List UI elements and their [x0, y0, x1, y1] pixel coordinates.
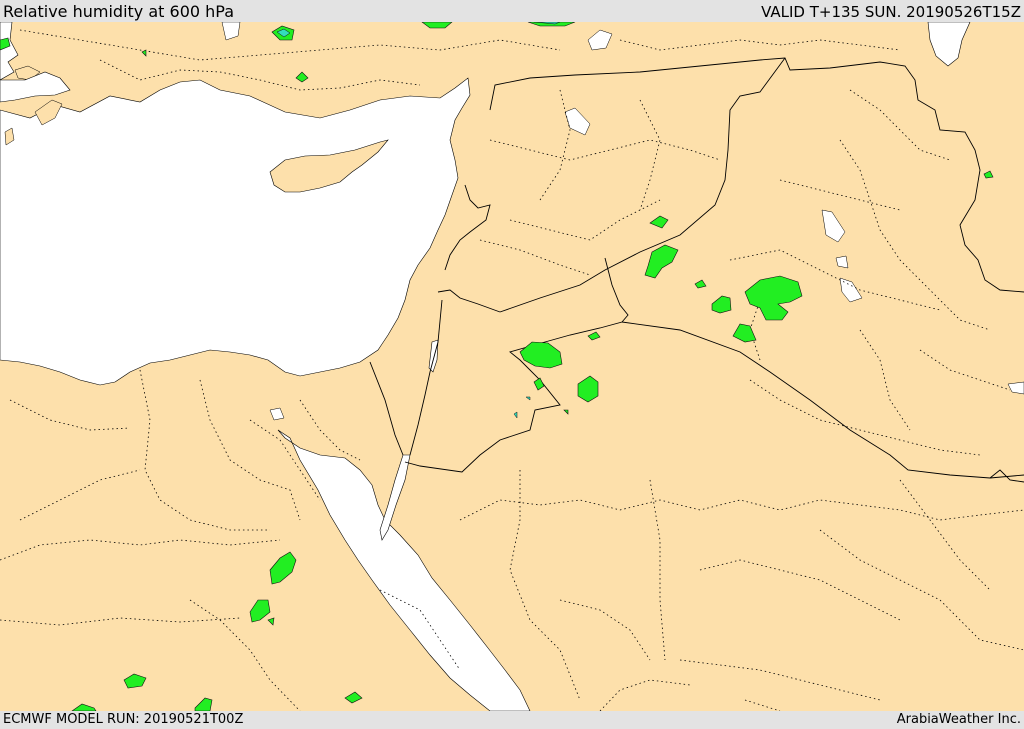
credit-label: ArabiaWeather Inc. [896, 712, 1021, 727]
model-run-label: ECMWF MODEL RUN: 20190521T00Z [3, 712, 244, 727]
valid-time: VALID T+135 SUN. 20190526T15Z [761, 3, 1021, 21]
footer-bar: ECMWF MODEL RUN: 20190521T00Z ArabiaWeat… [0, 711, 1024, 729]
weather-map [0, 22, 1024, 711]
map-title: Relative humidity at 600 hPa [3, 2, 235, 21]
lake [835, 255, 849, 269]
header-bar: Relative humidity at 600 hPa VALID T+135… [0, 0, 1024, 22]
